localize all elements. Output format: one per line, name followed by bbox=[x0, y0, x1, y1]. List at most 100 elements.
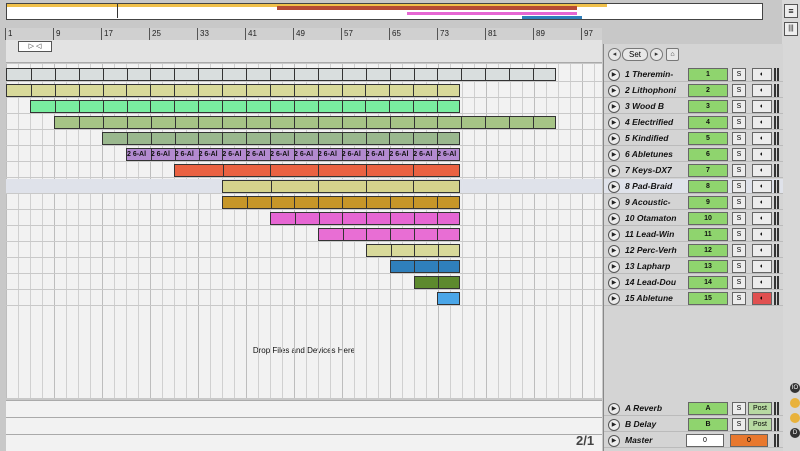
next-locator-icon[interactable]: ▸ bbox=[650, 48, 663, 61]
arm-record-icon[interactable]: ◐ bbox=[752, 164, 772, 177]
audio-clip[interactable] bbox=[6, 68, 556, 81]
track-lane[interactable] bbox=[6, 179, 602, 194]
loop-bracket[interactable]: ▷ ◁ bbox=[18, 41, 52, 52]
audio-clip[interactable] bbox=[222, 180, 460, 193]
loop-bar[interactable]: ▷ ◁ bbox=[6, 40, 602, 63]
track-lane[interactable] bbox=[6, 227, 602, 242]
track-activator[interactable]: 7 bbox=[688, 164, 728, 177]
track-activator[interactable]: 12 bbox=[688, 244, 728, 257]
track-play-icon[interactable]: ▶ bbox=[608, 85, 620, 97]
track-play-icon[interactable]: ▶ bbox=[608, 277, 620, 289]
audio-clip[interactable] bbox=[102, 132, 460, 145]
track-name[interactable]: 9 Acoustic- bbox=[625, 197, 685, 207]
track-play-icon[interactable]: ▶ bbox=[608, 165, 620, 177]
solo-button[interactable]: S bbox=[732, 228, 746, 241]
track-play-icon[interactable]: ▶ bbox=[608, 261, 620, 273]
solo-button[interactable]: S bbox=[732, 100, 746, 113]
track-lane[interactable] bbox=[6, 99, 602, 114]
track-activator[interactable]: 9 bbox=[688, 196, 728, 209]
audio-clip[interactable] bbox=[318, 228, 460, 241]
track-play-icon[interactable]: ▶ bbox=[608, 213, 620, 225]
solo-button[interactable]: S bbox=[732, 292, 746, 305]
solo-button[interactable]: S bbox=[732, 260, 746, 273]
master-name[interactable]: Master bbox=[625, 435, 685, 445]
track-name[interactable]: 2 Lithophoni bbox=[625, 85, 685, 95]
audio-clip[interactable] bbox=[366, 244, 460, 257]
arm-record-icon[interactable]: ◐ bbox=[752, 196, 772, 209]
return-activator[interactable]: B bbox=[688, 418, 728, 431]
solo-button[interactable]: S bbox=[732, 68, 746, 81]
track-name[interactable]: 13 Lapharp bbox=[625, 261, 685, 271]
solo-button[interactable]: S bbox=[732, 132, 746, 145]
track-activator[interactable]: 15 bbox=[688, 292, 728, 305]
track-lane[interactable] bbox=[6, 115, 602, 130]
arm-record-icon[interactable]: ◐ bbox=[752, 292, 772, 305]
arm-record-icon[interactable]: ◐ bbox=[752, 260, 772, 273]
track-play-icon[interactable]: ▶ bbox=[608, 293, 620, 305]
solo-button[interactable]: S bbox=[732, 276, 746, 289]
track-name[interactable]: 11 Lead-Win bbox=[625, 229, 685, 239]
solo-button[interactable]: S bbox=[732, 418, 746, 431]
track-name[interactable]: 5 Kindified bbox=[625, 133, 685, 143]
return-play-icon[interactable]: ▶ bbox=[608, 403, 620, 415]
audio-clip[interactable] bbox=[390, 260, 460, 273]
arm-record-icon[interactable]: ◐ bbox=[752, 132, 772, 145]
track-lane[interactable] bbox=[6, 211, 602, 226]
audio-clip[interactable]: 2 6-Al 2 6-Al 2 6-Al 2 6-Al 2 6-Al 2 6-Al 2 6-… bbox=[126, 148, 460, 161]
prev-locator-icon[interactable]: ◂ bbox=[608, 48, 621, 61]
master-volume-left[interactable]: 0 bbox=[686, 434, 724, 447]
master-volume-right[interactable]: 0 bbox=[730, 434, 768, 447]
track-lane[interactable] bbox=[6, 195, 602, 210]
lock-icon[interactable]: ⌂ bbox=[666, 48, 679, 61]
track-name[interactable]: 14 Lead-Dou bbox=[625, 277, 685, 287]
track-activator[interactable]: 10 bbox=[688, 212, 728, 225]
solo-button[interactable]: S bbox=[732, 244, 746, 257]
track-activator[interactable]: 14 bbox=[688, 276, 728, 289]
track-lane[interactable] bbox=[6, 83, 602, 98]
arm-record-icon[interactable]: ◐ bbox=[752, 84, 772, 97]
arm-record-icon[interactable]: ◐ bbox=[752, 116, 772, 129]
audio-clip[interactable] bbox=[222, 196, 460, 209]
audio-clip[interactable] bbox=[414, 276, 460, 289]
track-lane[interactable] bbox=[6, 259, 602, 274]
track-play-icon[interactable]: ▶ bbox=[608, 245, 620, 257]
audio-clip[interactable] bbox=[270, 212, 460, 225]
beat-ruler[interactable]: 1 9 17 25 33 41 49 57 65 73 81 89 97 bbox=[5, 28, 602, 40]
solo-button[interactable]: S bbox=[732, 402, 746, 415]
arrangement-view[interactable]: Drop Files and Devices Here 2 6-Al 2 6-Al… bbox=[6, 64, 602, 398]
return-name[interactable]: A Reverb bbox=[625, 403, 685, 413]
track-activator[interactable]: 1 bbox=[688, 68, 728, 81]
track-activator[interactable]: 3 bbox=[688, 100, 728, 113]
track-lane[interactable] bbox=[6, 243, 602, 258]
arm-record-icon[interactable]: ◐ bbox=[752, 212, 772, 225]
track-name[interactable]: 12 Perc-Verh bbox=[625, 245, 685, 255]
track-name[interactable]: 6 Abletunes bbox=[625, 149, 685, 159]
arm-record-icon[interactable]: ◐ bbox=[752, 100, 772, 113]
track-activator[interactable]: 11 bbox=[688, 228, 728, 241]
master-play-icon[interactable]: ▶ bbox=[608, 435, 620, 447]
track-lane[interactable] bbox=[6, 67, 602, 82]
audio-clip[interactable] bbox=[30, 100, 460, 113]
audio-clip[interactable] bbox=[54, 116, 556, 129]
arm-record-icon[interactable]: ◐ bbox=[752, 228, 772, 241]
track-name[interactable]: 1 Theremin- bbox=[625, 69, 685, 79]
track-play-icon[interactable]: ▶ bbox=[608, 229, 620, 241]
delay-icon[interactable]: D bbox=[790, 428, 800, 438]
solo-button[interactable]: S bbox=[732, 180, 746, 193]
master-lane[interactable] bbox=[6, 434, 602, 451]
return-name[interactable]: B Delay bbox=[625, 419, 685, 429]
track-play-icon[interactable]: ▶ bbox=[608, 69, 620, 81]
solo-button[interactable]: S bbox=[732, 116, 746, 129]
solo-button[interactable]: S bbox=[732, 84, 746, 97]
track-activator[interactable]: 13 bbox=[688, 260, 728, 273]
solo-button[interactable]: S bbox=[732, 212, 746, 225]
track-activator[interactable]: 2 bbox=[688, 84, 728, 97]
audio-clip[interactable] bbox=[174, 164, 460, 177]
track-name[interactable]: 8 Pad-Braid bbox=[625, 181, 685, 191]
return-play-icon[interactable]: ▶ bbox=[608, 419, 620, 431]
track-name[interactable]: 3 Wood B bbox=[625, 101, 685, 111]
track-activator[interactable]: 4 bbox=[688, 116, 728, 129]
track-lane[interactable] bbox=[6, 163, 602, 178]
arm-record-icon[interactable]: ◐ bbox=[752, 68, 772, 81]
track-lane[interactable]: 2 6-Al 2 6-Al 2 6-Al 2 6-Al 2 6-Al 2 6-Al 2 6-… bbox=[6, 147, 602, 162]
